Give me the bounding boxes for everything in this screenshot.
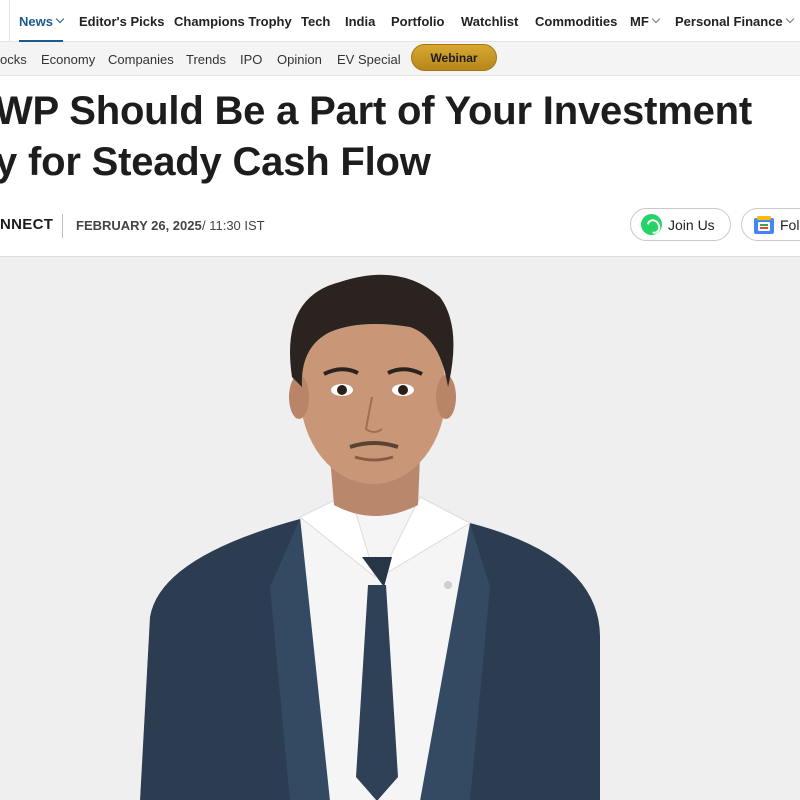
subnav-item-label: Opinion	[277, 51, 322, 67]
subnav-item-companies[interactable]: Companies	[108, 42, 174, 76]
join-us-button[interactable]: Join Us	[630, 208, 731, 241]
webinar-button[interactable]: Webinar	[411, 44, 497, 71]
nav-item-commodities[interactable]: Commodities	[535, 0, 617, 42]
chevron-down-icon	[785, 14, 794, 24]
nav-item-watchlist[interactable]: Watchlist	[461, 0, 518, 42]
nav-item-personal-finance[interactable]: Personal Finance	[675, 0, 794, 42]
nav-item-label: Editor's Picks	[79, 13, 165, 29]
subnav-item-trends[interactable]: Trends	[186, 42, 226, 76]
chevron-down-icon	[651, 14, 661, 24]
nav-item-label: News	[19, 13, 53, 29]
follow-label: Fol	[780, 216, 800, 233]
subnav-item-label: Companies	[108, 51, 174, 67]
subnav-item-opinion[interactable]: Opinion	[277, 42, 322, 76]
sub-navigation: ocks Economy Companies Trends IPO Opinio…	[0, 42, 800, 76]
nav-item-tech[interactable]: Tech	[301, 0, 330, 42]
subnav-item-ipo[interactable]: IPO	[240, 42, 262, 76]
nav-item-label: Champions Trophy	[174, 13, 292, 29]
top-navigation: News Editor's Picks Champions Trophy Tec…	[0, 0, 800, 43]
headline-line-2: y for Steady Cash Flow	[0, 140, 431, 184]
whatsapp-icon	[641, 214, 662, 235]
subnav-item-stocks[interactable]: ocks	[0, 42, 27, 76]
article-byline: NNECT FEBRUARY 26, 2025 / 11:30 IST Join…	[0, 205, 800, 245]
headline-line-1: WP Should Be a Part of Your Investment	[0, 89, 752, 133]
nav-item-portfolio[interactable]: Portfolio	[391, 0, 444, 42]
article-hero-image	[0, 256, 800, 800]
nav-item-mf[interactable]: MF	[630, 0, 661, 42]
author-name[interactable]: NNECT	[0, 216, 53, 233]
join-us-label: Join Us	[668, 216, 715, 233]
byline-divider	[62, 214, 63, 238]
subnav-item-ev-special[interactable]: EV Special	[337, 42, 401, 76]
webinar-label: Webinar	[430, 50, 478, 65]
nav-item-label: Personal Finance	[675, 13, 783, 29]
person-portrait-icon	[0, 257, 800, 800]
publish-time: / 11:30 IST	[202, 218, 265, 233]
nav-item-label: Tech	[301, 13, 331, 29]
nav-item-label: Watchlist	[461, 13, 519, 29]
subnav-item-label: Economy	[41, 51, 96, 67]
subnav-item-economy[interactable]: Economy	[41, 42, 95, 76]
nav-item-editors-picks[interactable]: Editor's Picks	[79, 0, 164, 42]
nav-item-india[interactable]: India	[345, 0, 375, 42]
nav-item-news[interactable]: News	[19, 0, 65, 43]
google-news-icon	[754, 215, 774, 234]
nav-item-label: Commodities	[535, 13, 618, 29]
subnav-item-label: IPO	[240, 51, 263, 67]
publish-date: FEBRUARY 26, 2025	[76, 218, 202, 233]
subnav-item-label: ocks	[0, 51, 27, 67]
subnav-item-label: Trends	[186, 51, 226, 67]
nav-item-champions-trophy[interactable]: Champions Trophy	[174, 0, 292, 42]
article-headline: WP Should Be a Part of Your Investment y…	[0, 86, 800, 188]
subnav-item-label: EV Special	[337, 51, 401, 67]
nav-item-label: MF	[630, 13, 649, 29]
nav-divider	[9, 0, 10, 42]
chevron-down-icon	[55, 14, 65, 24]
nav-item-label: India	[345, 13, 376, 29]
follow-google-news-button[interactable]: Fol	[741, 208, 800, 241]
nav-item-label: Portfolio	[391, 13, 445, 29]
